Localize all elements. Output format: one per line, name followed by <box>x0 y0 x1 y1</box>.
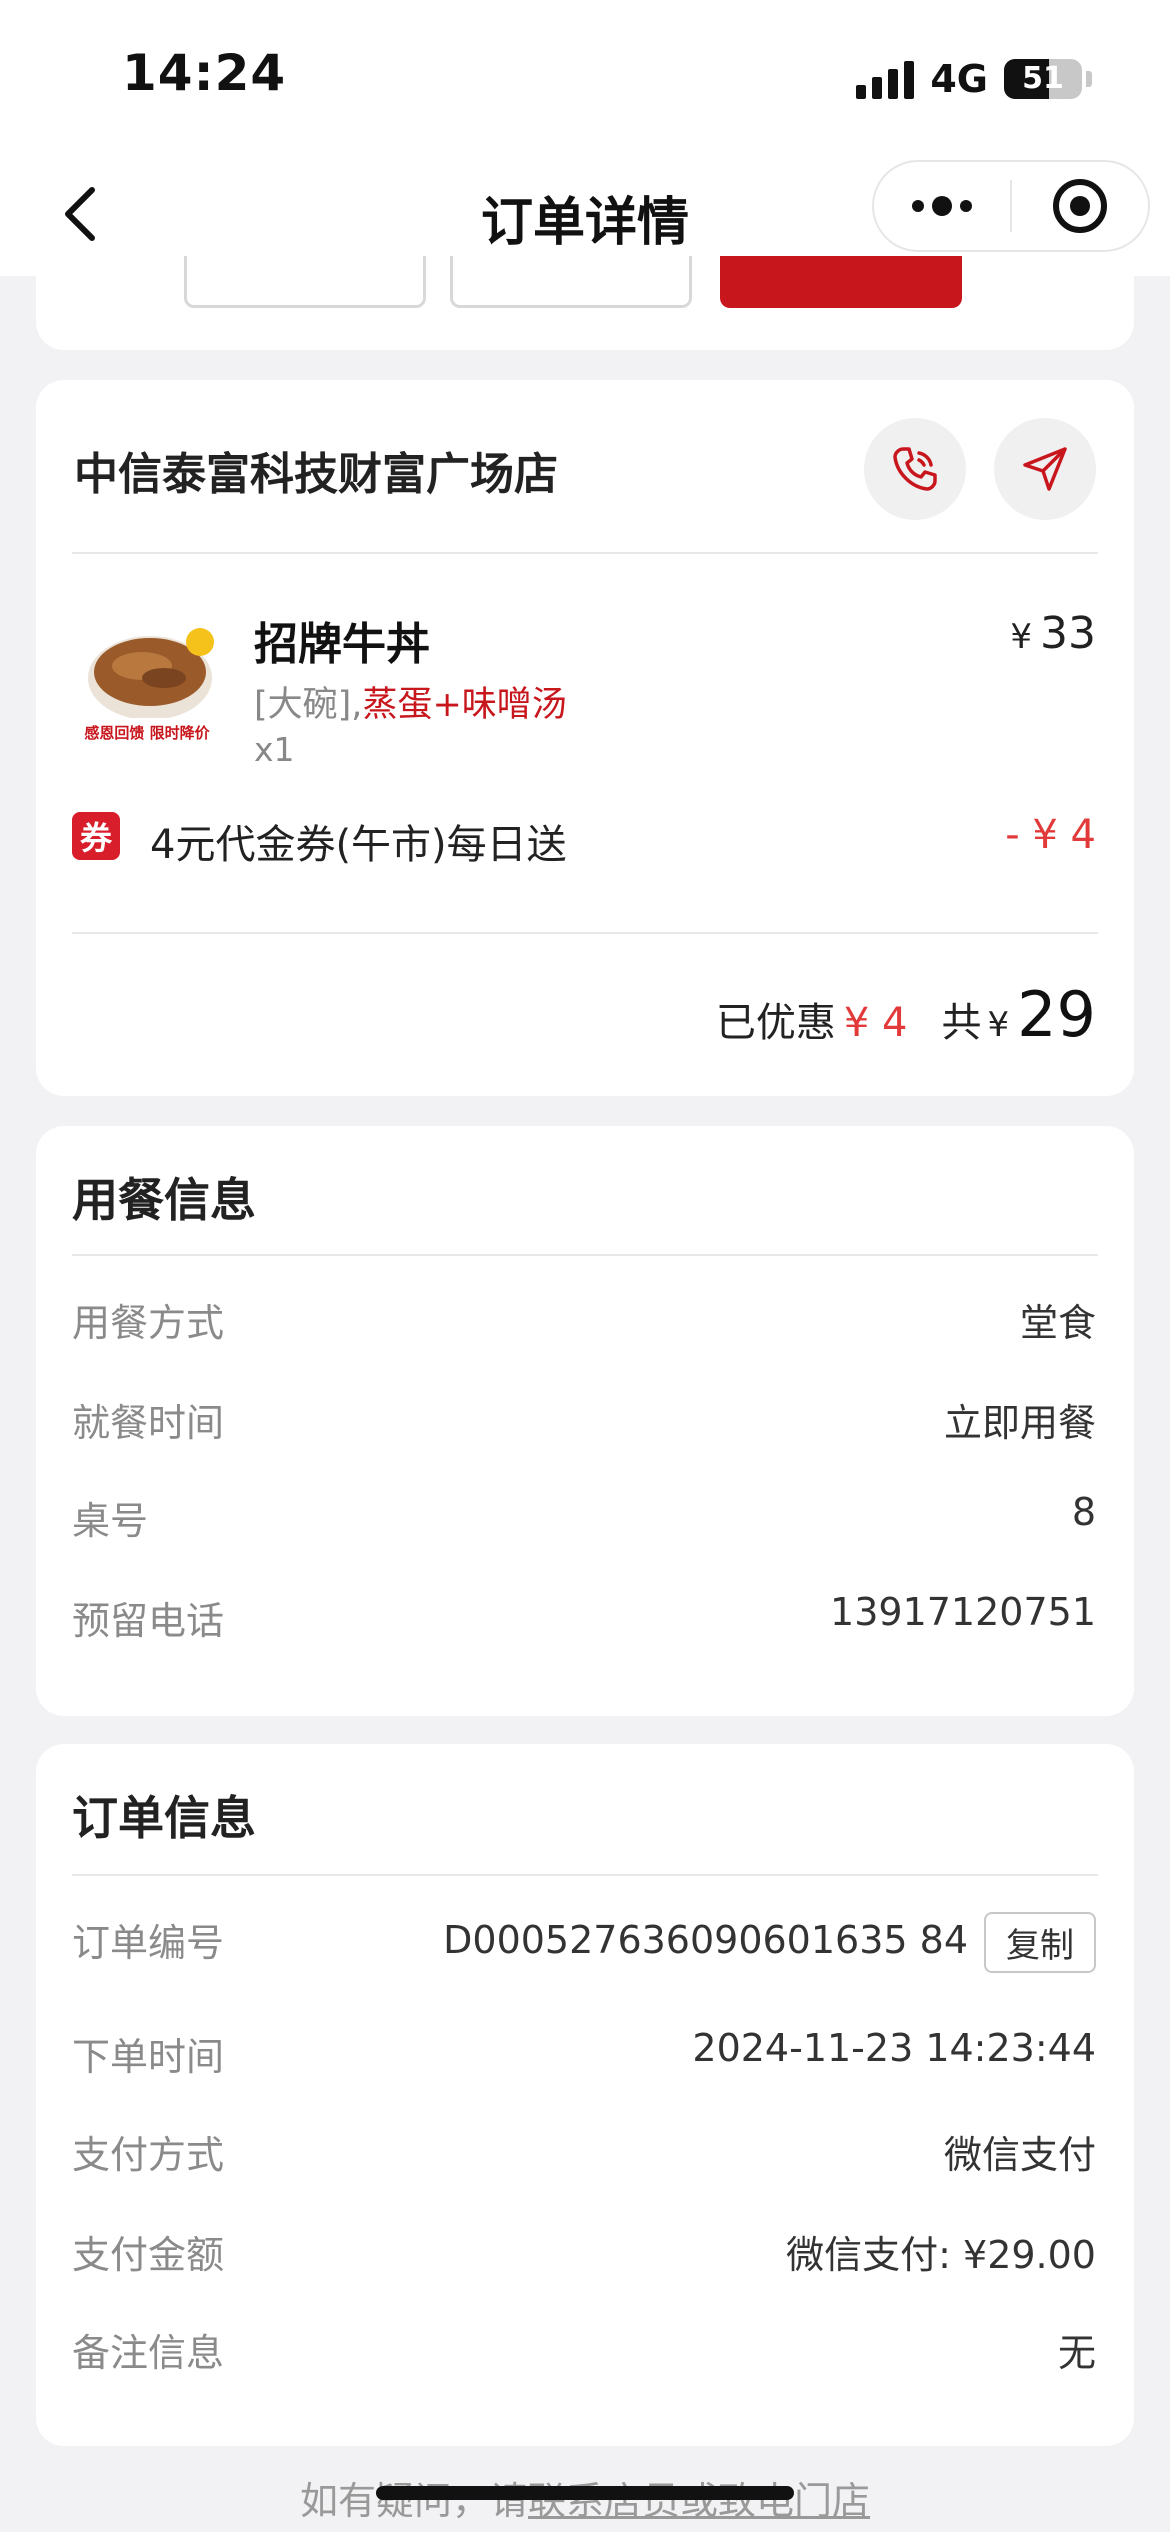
coupon-badge: 券 <box>72 812 120 860</box>
info-row-order-number: 订单编号 D000527636090601635 84 复制 <box>72 1912 1096 1982</box>
item-spec: [大碗],蒸蛋+味噌汤 <box>254 676 567 727</box>
info-row-payment-amount: 支付金额 微信支付: ¥29.00 <box>72 2224 1096 2280</box>
order-number: D000527636090601635 84 <box>443 1918 968 1962</box>
info-label: 备注信息 <box>72 2331 225 2375</box>
item-name: 招牌牛丼 <box>254 619 430 670</box>
divider <box>72 1254 1098 1256</box>
action-button-1[interactable] <box>184 256 426 308</box>
call-store-button[interactable] <box>864 418 966 520</box>
section-title: 订单信息 <box>72 1791 256 1845</box>
item-image: 感恩回馈 限时降价 <box>72 620 222 760</box>
order-total: 已优惠 ¥ 4 共 ¥ 29 <box>716 978 1096 1051</box>
info-value: 13917120751 <box>830 1590 1096 1634</box>
info-value: 微信支付: ¥29.00 <box>786 2233 1096 2277</box>
item-price-currency: ¥ <box>1010 617 1032 657</box>
order-actions-card <box>36 256 1134 350</box>
status-time: 14:24 <box>122 44 287 102</box>
coupon-name: 4元代金券(午市)每日送 <box>150 822 567 868</box>
close-miniprogram-button[interactable] <box>1012 162 1148 250</box>
info-label: 支付金额 <box>72 2233 225 2277</box>
coupon-amount: - ¥ 4 <box>1005 812 1096 858</box>
battery-level: 51 <box>1022 61 1064 96</box>
discount-value: ¥ 4 <box>843 1000 908 1046</box>
item-quantity: x1 <box>254 730 295 769</box>
phone-icon <box>893 447 937 491</box>
item-price: ¥33 <box>1010 608 1096 659</box>
order-items-card: 中信泰富科技财富广场店 感恩回馈 限时降价 招牌牛丼 ¥33 [大碗],蒸蛋+味… <box>36 380 1134 1096</box>
info-value: 2024-11-23 14:23:44 <box>692 2026 1096 2070</box>
copy-order-number-button[interactable]: 复制 <box>984 1912 1096 1973</box>
signal-icon <box>856 59 915 99</box>
info-row-payment-method: 支付方式 微信支付 <box>72 2124 1096 2180</box>
discount-label: 已优惠 <box>715 1000 836 1046</box>
info-label: 用餐方式 <box>72 1301 225 1345</box>
network-type: 4G <box>930 57 988 101</box>
miniprogram-capsule <box>872 160 1150 252</box>
info-value: D000527636090601635 84 复制 <box>443 1912 1096 1973</box>
info-value: 微信支付 <box>943 2133 1096 2177</box>
home-indicator <box>376 2486 794 2500</box>
info-label: 下单时间 <box>72 2035 225 2079</box>
info-label: 订单编号 <box>72 1921 225 1965</box>
total-currency: ¥ <box>987 1005 1010 1045</box>
info-value: 8 <box>1071 1490 1096 1534</box>
info-label: 支付方式 <box>72 2133 225 2177</box>
more-dots-icon <box>912 196 972 216</box>
order-info-card: 订单信息 订单编号 D000527636090601635 84 复制 下单时间 … <box>36 1744 1134 2446</box>
store-name: 中信泰富科技财富广场店 <box>74 449 558 500</box>
info-row-phone: 预留电话 13917120751 <box>72 1590 1096 1646</box>
info-row-dining-time: 就餐时间 立即用餐 <box>72 1392 1096 1448</box>
item-image-caption: 感恩回馈 限时降价 <box>84 724 210 742</box>
section-title: 用餐信息 <box>72 1173 256 1227</box>
total-label: 共 <box>941 1000 982 1046</box>
info-label: 就餐时间 <box>72 1401 225 1445</box>
item-price-value: 33 <box>1040 608 1096 659</box>
divider <box>72 552 1098 554</box>
info-row-table-number: 桌号 8 <box>72 1490 1096 1546</box>
status-bar: 14:24 4G 51 <box>0 0 1170 150</box>
info-row-order-time: 下单时间 2024-11-23 14:23:44 <box>72 2026 1096 2082</box>
info-value: 堂食 <box>1019 1301 1096 1345</box>
total-value: 29 <box>1017 978 1096 1051</box>
navigate-store-button[interactable] <box>994 418 1096 520</box>
status-indicators: 4G 51 <box>856 54 1092 104</box>
info-label: 桌号 <box>72 1499 149 1543</box>
battery-icon: 51 <box>1004 59 1082 99</box>
item-spec-addon: 蒸蛋+味噌汤 <box>362 685 567 725</box>
info-row-remarks: 备注信息 无 <box>72 2322 1096 2378</box>
navigation-arrow-icon <box>1023 447 1067 491</box>
more-button[interactable] <box>874 162 1010 250</box>
dining-info-card: 用餐信息 用餐方式 堂食 就餐时间 立即用餐 桌号 8 预留电话 1391712… <box>36 1126 1134 1716</box>
item-spec-size: [大碗], <box>254 685 363 725</box>
target-circle-icon <box>1053 179 1107 233</box>
info-label: 预留电话 <box>72 1599 225 1643</box>
info-row-dining-mode: 用餐方式 堂食 <box>72 1292 1096 1348</box>
info-value: 立即用餐 <box>943 1401 1096 1445</box>
divider <box>72 932 1098 934</box>
action-button-primary[interactable] <box>720 256 962 308</box>
action-button-2[interactable] <box>450 256 692 308</box>
info-value: 无 <box>1057 2331 1096 2375</box>
divider <box>72 1874 1098 1876</box>
